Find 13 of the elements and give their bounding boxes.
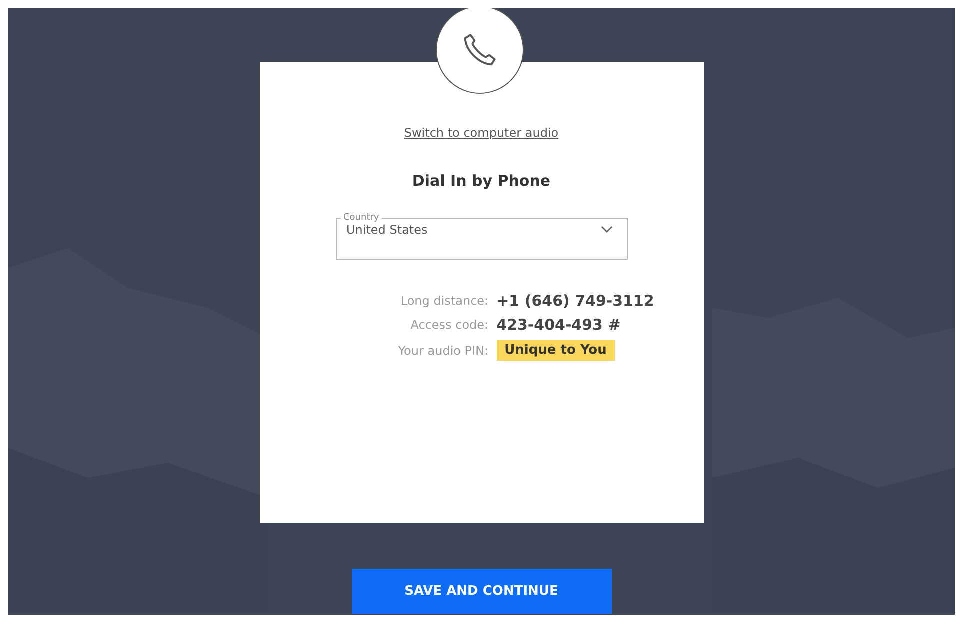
detail-value: +1 (646) 749-3112 xyxy=(496,292,654,310)
pin-tag: Unique to You xyxy=(496,340,615,361)
chevron-down-icon xyxy=(600,226,612,234)
detail-value: 423-404-493 # xyxy=(496,316,621,334)
field-value: United States xyxy=(346,223,428,237)
save-continue-button[interactable]: SAVE AND CONTINUE xyxy=(352,569,612,614)
country-select[interactable]: Country United States xyxy=(336,214,628,260)
detail-label: Your audio PIN: xyxy=(397,344,489,358)
dialog-title: Dial In by Phone xyxy=(412,172,551,190)
detail-label: Long distance: xyxy=(400,294,489,308)
detail-label: Access code: xyxy=(410,318,489,332)
field-label: Country xyxy=(342,214,380,223)
switch-audio-link[interactable]: Switch to computer audio xyxy=(404,126,559,140)
